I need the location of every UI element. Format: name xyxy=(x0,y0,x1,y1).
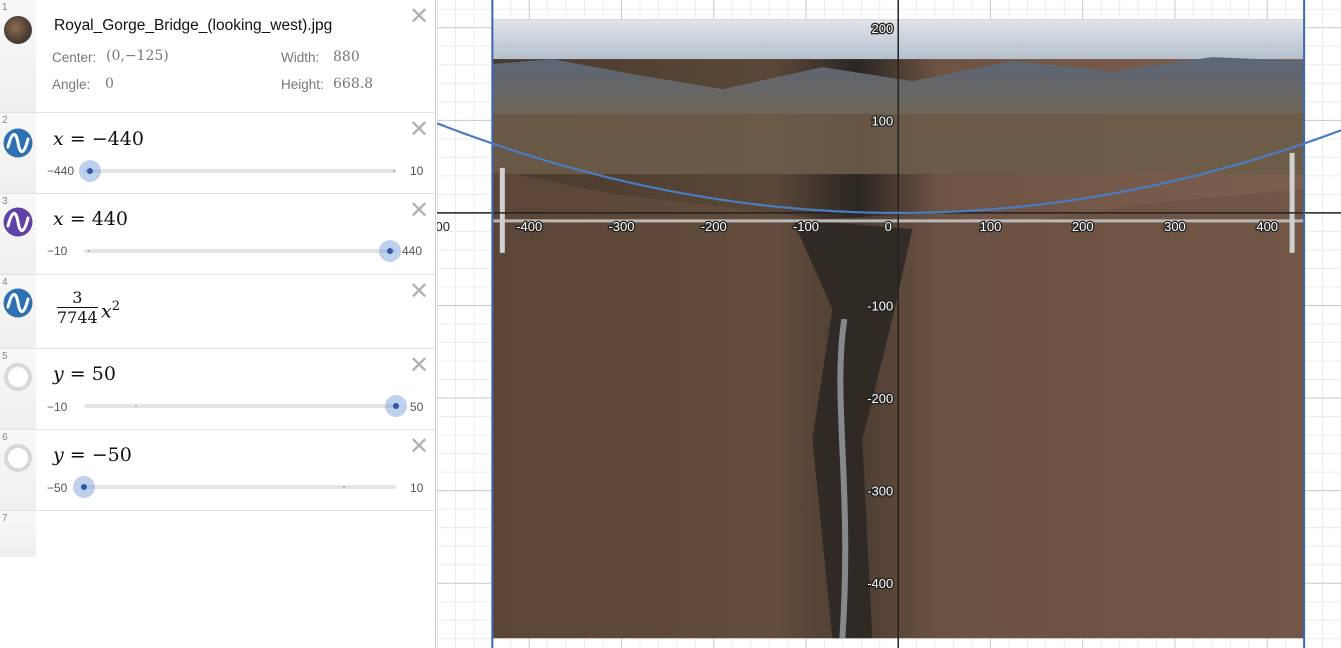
expression-row-4[interactable]: 4 3 7744 x2 ✕ xyxy=(0,275,435,349)
graph-color-wave-icon[interactable] xyxy=(3,128,33,158)
slider-thumb[interactable] xyxy=(385,395,407,417)
hidden-expression-icon[interactable] xyxy=(4,444,32,472)
y-tick-label: 100 xyxy=(872,113,894,128)
image-filename: Royal_Gorge_Bridge_(looking_west).jpg xyxy=(54,17,333,34)
y-tick-label: 200 xyxy=(872,21,894,36)
delete-expression-icon[interactable]: ✕ xyxy=(409,280,429,304)
angle-label: Angle: xyxy=(52,77,91,92)
expression-row-6[interactable]: 6 y = −50 −50 10 ✕ xyxy=(0,430,435,511)
row-number: 7 xyxy=(2,513,8,524)
height-field[interactable]: 668.8 xyxy=(333,76,373,92)
graph-canvas[interactable]: -500 -400 -300 -200 -100 0 100 200 300 400 200 100… xyxy=(437,0,1341,648)
slider-min-label[interactable]: −10 xyxy=(47,244,67,258)
x-tick-label: -400 xyxy=(516,219,542,234)
x-tick-label: 300 xyxy=(1164,219,1186,234)
center-field[interactable]: (0,−125) xyxy=(106,48,169,64)
expression-math[interactable]: y = 50 xyxy=(53,363,116,385)
expression-row-2[interactable]: 2 x = −440 −440 10 ✕ xyxy=(0,113,435,194)
expression-row-image[interactable]: 1 Royal_Gorge_Bridge_(looking_west).jpg … xyxy=(0,0,435,113)
y-tick-label: -100 xyxy=(867,298,893,313)
row-number: 2 xyxy=(2,115,8,126)
row-number: 5 xyxy=(2,351,8,362)
graph-color-wave-icon[interactable] xyxy=(3,207,33,237)
math-variable: x xyxy=(53,128,64,150)
row-number: 3 xyxy=(2,196,8,207)
math-value: −440 xyxy=(91,128,144,150)
math-variable: y xyxy=(53,363,64,385)
math-variable: x xyxy=(101,300,112,323)
expression-math[interactable]: x2 xyxy=(101,299,120,322)
expression-math[interactable]: x = 440 xyxy=(53,208,128,230)
image-thumbnail-icon[interactable] xyxy=(4,16,32,44)
math-value: −50 xyxy=(91,444,132,466)
new-expression-row[interactable]: 7 xyxy=(0,511,435,557)
x-tick-label: -100 xyxy=(793,219,819,234)
slider-max-label[interactable]: 50 xyxy=(410,400,423,414)
delete-expression-icon[interactable]: ✕ xyxy=(409,199,429,223)
height-label: Height: xyxy=(281,77,324,92)
graph-svg[interactable]: -500 -400 -300 -200 -100 0 100 200 300 400 200 100… xyxy=(437,0,1341,648)
slider-track[interactable] xyxy=(73,476,396,498)
slider-thumb[interactable] xyxy=(79,160,101,182)
delete-expression-icon[interactable]: ✕ xyxy=(409,435,429,459)
math-value: 440 xyxy=(91,208,128,230)
x-tick-label: 100 xyxy=(980,219,1002,234)
slider-max-label[interactable]: 440 xyxy=(402,244,422,258)
slider-min-label[interactable]: −50 xyxy=(47,481,67,495)
expression-math[interactable]: x = −440 xyxy=(53,128,144,150)
width-field[interactable]: 880 xyxy=(333,49,360,65)
slider-thumb[interactable] xyxy=(73,476,95,498)
width-label: Width: xyxy=(281,50,320,65)
expression-math[interactable]: y = −50 xyxy=(53,444,132,466)
math-variable: y xyxy=(53,444,64,466)
expression-row-5[interactable]: 5 y = 50 −10 50 ✕ xyxy=(0,349,435,430)
slider-max-label[interactable]: 10 xyxy=(410,164,423,178)
x-tick-label: -500 xyxy=(437,219,450,234)
y-tick-label: -400 xyxy=(867,576,893,591)
x-tick-label: -300 xyxy=(608,219,634,234)
expression-row-3[interactable]: 3 x = 440 −10 440 ✕ xyxy=(0,194,435,275)
x-tick-label: 0 xyxy=(885,219,892,234)
row-number: 6 xyxy=(2,432,8,443)
row-number: 4 xyxy=(2,277,8,288)
math-value: 50 xyxy=(91,363,116,385)
slider-track[interactable] xyxy=(79,160,396,182)
slider-max-label[interactable]: 10 xyxy=(410,481,423,495)
x-tick-label: 400 xyxy=(1256,219,1278,234)
x-tick-label: 200 xyxy=(1072,219,1094,234)
center-label: Center: xyxy=(52,50,97,65)
fraction-denominator: 7744 xyxy=(57,308,98,327)
slider-track[interactable] xyxy=(84,395,407,417)
math-variable: x xyxy=(53,208,64,230)
slider-track[interactable] xyxy=(84,240,401,262)
fraction-numerator: 3 xyxy=(57,289,98,308)
hidden-expression-icon[interactable] xyxy=(4,363,32,391)
angle-field[interactable]: 0 xyxy=(105,76,114,92)
slider-min-label[interactable]: −440 xyxy=(47,164,74,178)
delete-expression-icon[interactable]: ✕ xyxy=(409,354,429,378)
delete-expression-icon[interactable]: ✕ xyxy=(409,118,429,142)
y-tick-label: -300 xyxy=(867,484,893,499)
delete-expression-icon[interactable]: ✕ xyxy=(409,5,429,29)
y-tick-label: -200 xyxy=(867,391,893,406)
math-exponent: 2 xyxy=(111,299,120,314)
x-tick-label: -200 xyxy=(701,219,727,234)
row-number: 1 xyxy=(2,2,8,13)
expression-list: 1 Royal_Gorge_Bridge_(looking_west).jpg … xyxy=(0,0,436,648)
slider-min-label[interactable]: −10 xyxy=(47,400,67,414)
fraction[interactable]: 3 7744 xyxy=(57,289,98,328)
graph-color-wave-icon[interactable] xyxy=(3,288,33,318)
slider-thumb[interactable] xyxy=(379,240,401,262)
